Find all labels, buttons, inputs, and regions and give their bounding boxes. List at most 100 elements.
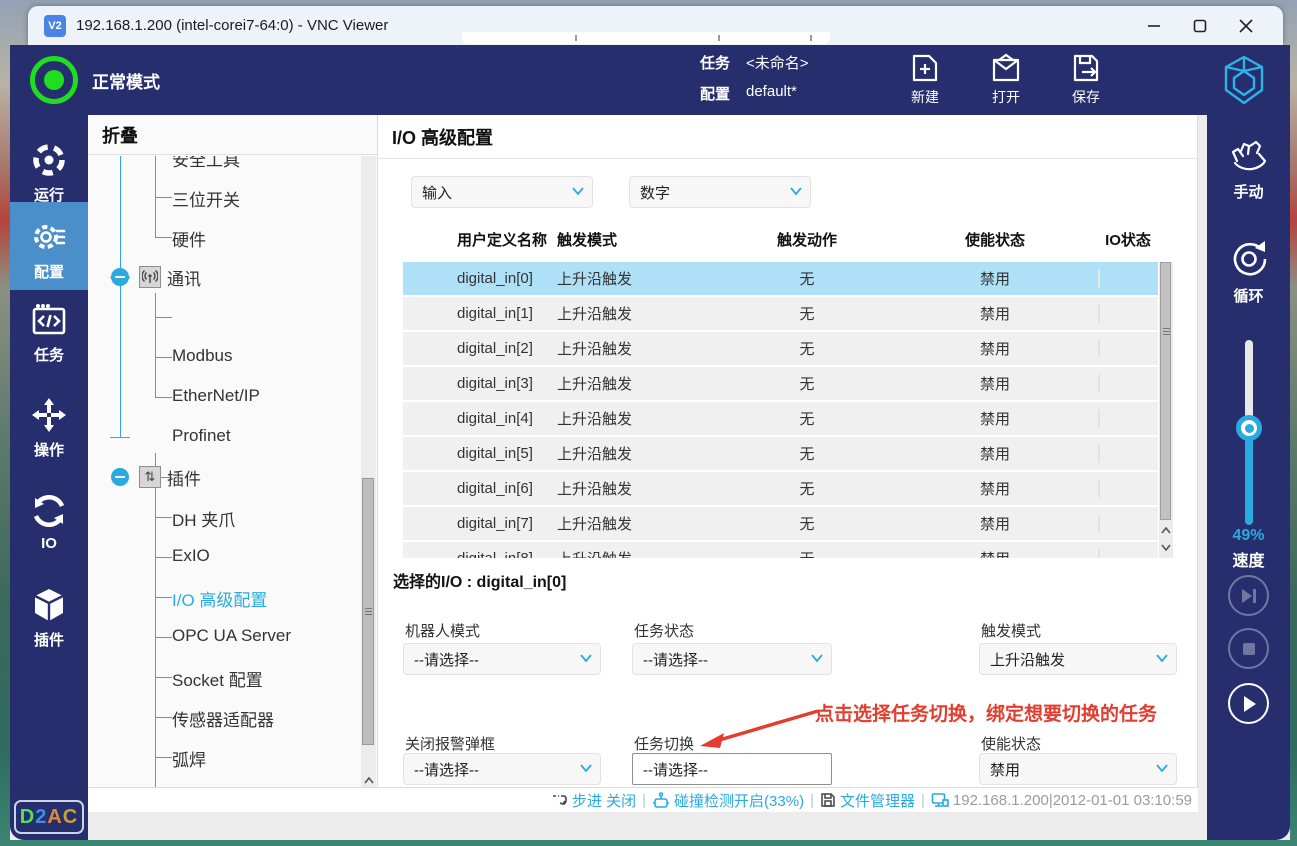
tree-scrollbar-thumb[interactable]	[362, 478, 374, 745]
io-state-checkbox[interactable]	[1098, 374, 1100, 393]
manual-mode-button[interactable]: 手动	[1207, 137, 1290, 202]
sidebar-item-config[interactable]: 配置	[10, 202, 88, 290]
close-button[interactable]	[1223, 6, 1269, 45]
vnc-toolbar-collapsed[interactable]	[462, 32, 830, 44]
task-state-select[interactable]: --请选择--	[632, 643, 832, 675]
tree-node-communication[interactable]: 通讯	[111, 266, 201, 289]
tree-view: 安全工具 三位开关 硬件 通讯 Modbus EtherNet/IP Profi…	[88, 156, 360, 812]
tree-item-opc-ua-server[interactable]: OPC UA Server	[172, 626, 291, 648]
table-row[interactable]: digital_in[7] 上升沿触发无禁用	[403, 507, 1158, 540]
right-sidebar: 手动 循环 49% 速度	[1207, 115, 1290, 840]
status-bar: 步进 关闭 | 碰撞检测开启(33%) | 文件管理器 | 192.168.1.…	[88, 787, 1198, 812]
io-state-checkbox[interactable]	[1098, 269, 1100, 288]
minimize-button[interactable]	[1131, 6, 1177, 45]
left-sidebar: 运行 配置 任务 操作 IO 插件 D 2 A C	[10, 115, 88, 840]
step-arrow-icon	[552, 795, 567, 805]
tree-item-sensor-adapter[interactable]: 传感器适配器	[172, 706, 274, 730]
play-button[interactable]	[1228, 683, 1269, 724]
collapse-minus-icon[interactable]	[111, 268, 129, 286]
speed-slider-fill[interactable]	[1245, 430, 1253, 525]
maximize-button[interactable]	[1177, 6, 1223, 45]
config-label: 配置	[700, 86, 731, 103]
file-manager-icon	[821, 793, 835, 807]
tree-item-dh-gripper[interactable]: DH 夹爪	[172, 506, 235, 530]
open-icon	[970, 51, 1042, 85]
desktop: V2 192.168.1.200 (intel-corei7-64:0) - V…	[0, 0, 1297, 846]
mode-label: 正常模式	[92, 72, 160, 92]
config-tree-panel: 折叠 安全工具 三位开关 硬件 通讯 Modbus EtherNet/IP Pr…	[88, 115, 378, 812]
tree-collapse-header[interactable]: 折叠	[88, 115, 377, 155]
table-row[interactable]: digital_in[3] 上升沿触发无禁用	[403, 367, 1158, 400]
io-state-checkbox[interactable]	[1098, 339, 1100, 358]
table-scrollbar[interactable]	[1159, 262, 1173, 558]
tree-item-safety-tool[interactable]: 安全工具	[172, 156, 240, 170]
io-state-checkbox[interactable]	[1098, 549, 1100, 558]
table-scroll-up-icon[interactable]	[1159, 521, 1173, 539]
enable-state-select[interactable]: 禁用	[979, 753, 1177, 785]
sidebar-item-operate[interactable]: 操作	[10, 396, 88, 460]
task-switch-select[interactable]: --请选择--	[632, 753, 832, 785]
tree-item-arc-welding[interactable]: 弧焊	[172, 746, 206, 770]
table-scroll-down-icon[interactable]	[1159, 538, 1173, 556]
trigger-mode-select[interactable]: 上升沿触发	[979, 643, 1177, 675]
table-row[interactable]: digital_in[8]上升沿触发无禁用	[403, 542, 1158, 558]
sidebar-item-run[interactable]: 运行	[10, 141, 88, 205]
enable-state-label: 使能状态	[981, 736, 1042, 753]
stop-button[interactable]	[1228, 628, 1269, 669]
table-row[interactable]: digital_in[6] 上升沿触发无禁用	[403, 472, 1158, 505]
vnc-app-icon: V2	[44, 14, 66, 37]
cycle-mode-button[interactable]: 循环	[1207, 237, 1290, 306]
open-button[interactable]: 打开	[970, 49, 1042, 107]
close-alarm-label: 关闭报警弹框	[405, 736, 496, 753]
collision-detection-status[interactable]: 碰撞检测开启(33%)	[652, 790, 804, 811]
tree-item-modbus[interactable]: Modbus	[172, 346, 232, 368]
table-row[interactable]: digital_in[1] 上升沿触发无禁用	[403, 297, 1158, 330]
io-state-checkbox[interactable]	[1098, 444, 1100, 463]
table-row[interactable]: digital_in[2] 上升沿触发无禁用	[403, 332, 1158, 365]
tree-item-three-position-switch[interactable]: 三位开关	[172, 186, 240, 210]
io-state-checkbox[interactable]	[1098, 479, 1100, 498]
table-row[interactable]: digital_in[4] 上升沿触发无禁用	[403, 402, 1158, 435]
sidebar-item-plugin[interactable]: 插件	[10, 586, 88, 650]
tree-item-ethernet-ip[interactable]: EtherNet/IP	[172, 386, 260, 408]
close-alarm-select[interactable]: --请选择--	[403, 753, 601, 785]
tree-item-socket-config[interactable]: Socket 配置	[172, 666, 263, 690]
save-icon	[1050, 51, 1122, 85]
tree-node-plugins[interactable]: ⇅ 插件	[111, 466, 201, 489]
io-state-checkbox[interactable]	[1098, 514, 1100, 533]
save-button[interactable]: 保存	[1050, 49, 1122, 107]
new-button[interactable]: 新建	[889, 49, 961, 107]
speed-slider-knob[interactable]	[1236, 415, 1262, 441]
io-state-checkbox[interactable]	[1098, 304, 1100, 323]
step-forward-button[interactable]	[1228, 575, 1269, 616]
tree-item-hardware[interactable]: 硬件	[172, 226, 206, 250]
signal-type-select[interactable]: 数字	[629, 176, 811, 208]
updown-arrows-icon: ⇅	[139, 466, 161, 488]
app-header: 正常模式 任务 <未命名> 配置 default* 新建 打开 保存	[10, 45, 1290, 115]
tree-scrollbar[interactable]	[361, 156, 376, 811]
sidebar-item-io[interactable]: IO	[10, 492, 88, 552]
file-manager-button[interactable]: 文件管理器	[820, 790, 915, 811]
io-type-select[interactable]: 输入	[411, 176, 593, 208]
table-scrollbar-thumb[interactable]	[1160, 262, 1171, 520]
tree-item-exio[interactable]: ExIO	[172, 546, 210, 568]
col-trigger-mode: 触发模式	[557, 232, 618, 249]
task-label: 任务	[700, 55, 731, 72]
table-row[interactable]: digital_in[5] 上升沿触发无禁用	[403, 437, 1158, 470]
task-state-label: 任务状态	[634, 623, 695, 640]
table-row[interactable]: digital_in[0] 上升沿触发无禁用	[403, 262, 1158, 295]
robot-mode-label: 机器人模式	[405, 623, 481, 640]
sidebar-item-task[interactable]: 任务	[10, 301, 88, 365]
col-trigger-action: 触发动作	[776, 232, 837, 249]
d2ac-logo[interactable]: D2AC	[14, 800, 84, 834]
io-state-checkbox[interactable]	[1098, 409, 1100, 428]
col-user-defined-name: 用户定义名称	[457, 232, 548, 249]
collapse-minus-icon[interactable]	[111, 468, 129, 486]
code-window-icon	[10, 301, 88, 339]
connection-info: 192.168.1.200|2012-01-01 03:10:59	[931, 792, 1192, 809]
robot-mode-select[interactable]: --请选择--	[403, 643, 601, 675]
step-status[interactable]: 步进 关闭	[552, 790, 636, 811]
tree-item-io-advanced-config[interactable]: I/O 高级配置	[172, 586, 267, 610]
config-value: default*	[746, 83, 797, 100]
tree-item-profinet[interactable]: Profinet	[172, 426, 231, 448]
